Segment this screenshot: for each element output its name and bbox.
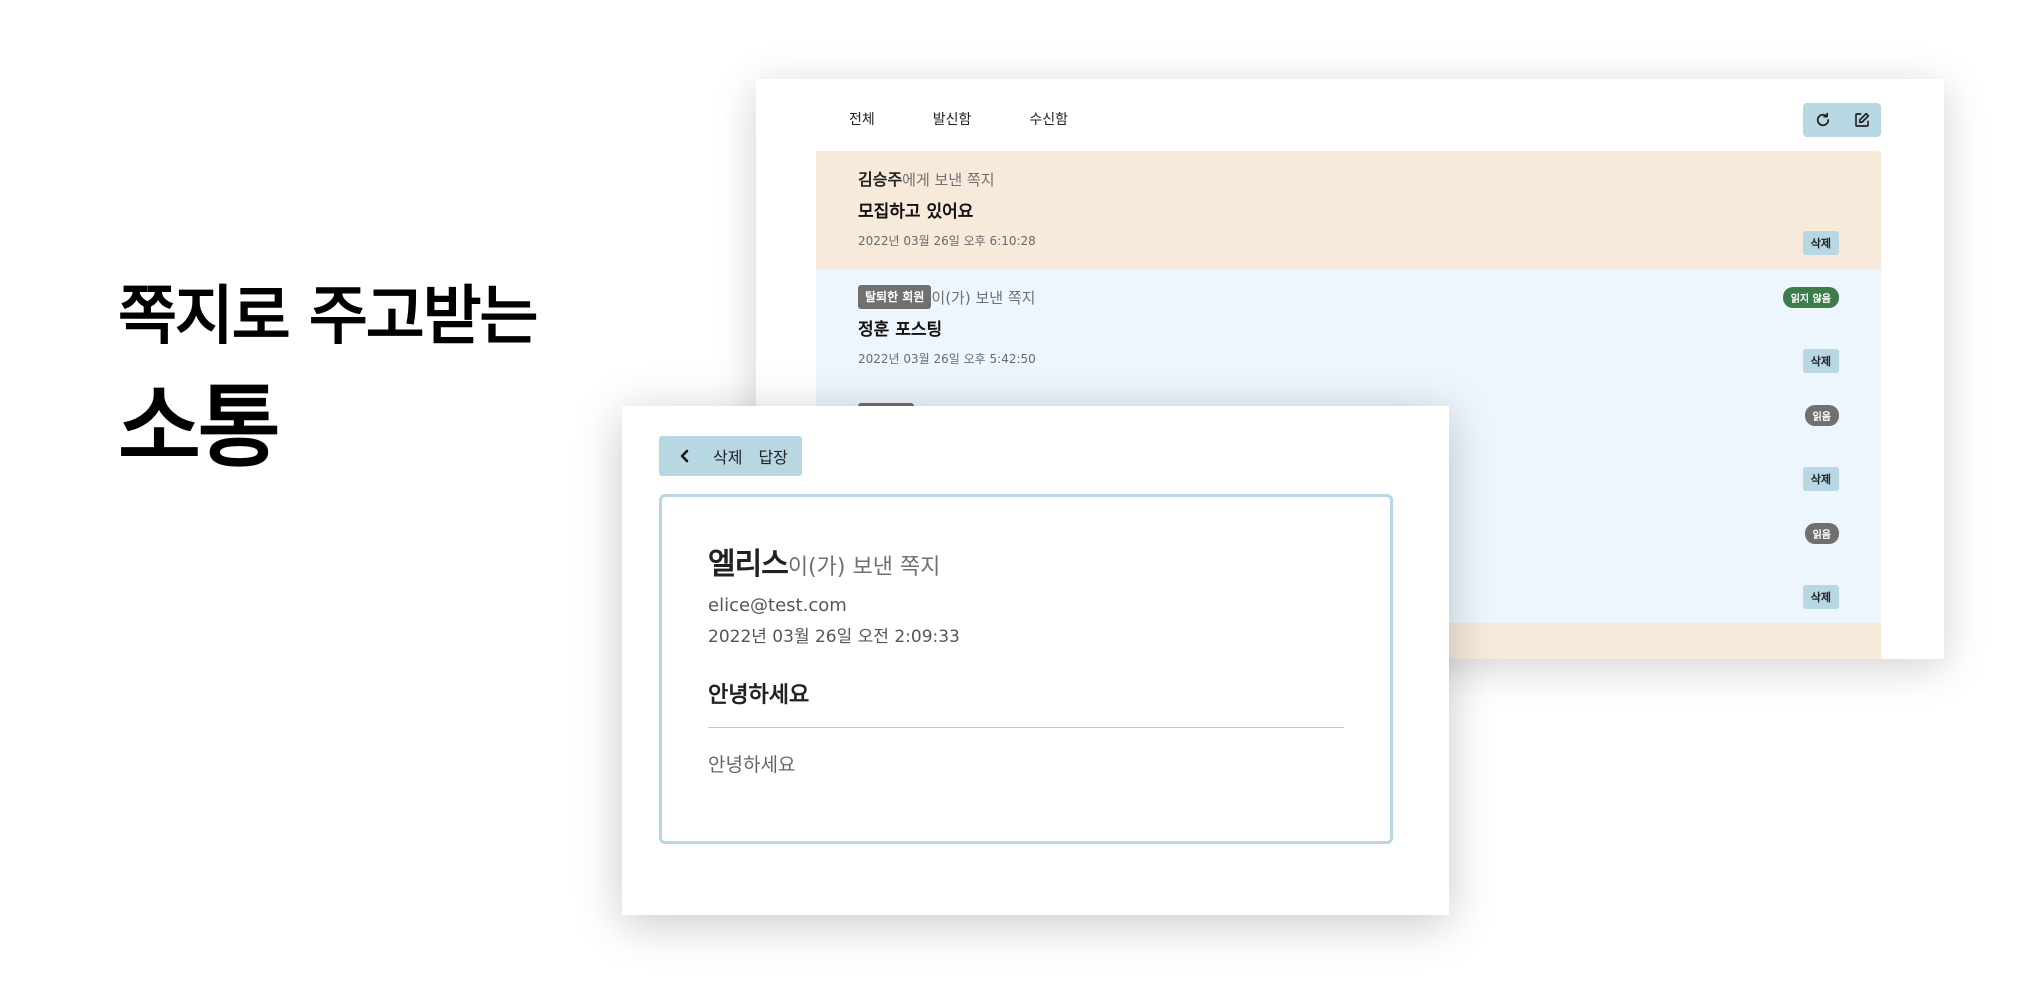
message-date: 2022년 03월 26일 오후 6:10:28 bbox=[858, 234, 1036, 248]
message-direction: 에게 보낸 쪽지 bbox=[902, 171, 995, 189]
compose-button[interactable] bbox=[1849, 107, 1875, 133]
delete-button[interactable]: 삭제 bbox=[1802, 349, 1839, 373]
delete-button[interactable]: 삭제 bbox=[713, 444, 742, 468]
status-badge: 읽지 않음 bbox=[1782, 287, 1839, 308]
message-card: 엘리스이(가) 보낸 쪽지 elice@test.com 2022년 03월 2… bbox=[659, 494, 1393, 844]
delete-button[interactable]: 삭제 bbox=[1802, 467, 1839, 491]
status-badge: 읽음 bbox=[1804, 405, 1839, 426]
reply-button[interactable]: 답장 bbox=[758, 444, 787, 468]
sender-email: elice@test.com bbox=[708, 595, 847, 616]
message-heading: 탈퇴한 회원 이(가) 보낸 쪽지 bbox=[858, 285, 1881, 311]
compose-icon bbox=[1854, 112, 1869, 127]
message-date: 2022년 03월 26일 오후 5:42:50 bbox=[858, 352, 1036, 366]
status-badge: 읽음 bbox=[1804, 523, 1839, 544]
message-sender: 엘리스 bbox=[708, 547, 789, 582]
withdrawn-member-badge: 탈퇴한 회원 bbox=[858, 285, 932, 309]
chevron-left-icon bbox=[680, 449, 689, 463]
hero-text: 쪽지로 주고받는 소통 bbox=[118, 280, 538, 480]
list-item[interactable]: 김승주에게 보낸 쪽지 모집하고 있어요 2022년 03월 26일 오후 6:… bbox=[816, 151, 1881, 269]
list-toolbar bbox=[1803, 103, 1881, 137]
tab-all[interactable]: 전체 bbox=[849, 109, 875, 129]
delete-button[interactable]: 삭제 bbox=[1802, 231, 1839, 255]
message-subject: 정훈 포스팅 bbox=[858, 320, 943, 340]
detail-toolbar: 삭제 답장 bbox=[659, 436, 802, 476]
back-button[interactable] bbox=[671, 442, 699, 470]
message-heading: 김승주에게 보낸 쪽지 bbox=[858, 167, 1881, 193]
hero-title-line2: 소통 bbox=[118, 375, 281, 480]
message-body: 안녕하세요 bbox=[708, 754, 796, 776]
message-direction: 이(가) 보낸 쪽지 bbox=[931, 289, 1036, 307]
message-detail-window: 삭제 답장 엘리스이(가) 보낸 쪽지 elice@test.com 2022년… bbox=[622, 406, 1449, 915]
refresh-button[interactable] bbox=[1810, 107, 1836, 133]
list-item[interactable]: 탈퇴한 회원 이(가) 보낸 쪽지 정훈 포스팅 2022년 03월 26일 오후… bbox=[816, 269, 1881, 387]
message-direction: 이(가) 보낸 쪽지 bbox=[787, 555, 941, 580]
message-subject: 안녕하세요 bbox=[708, 677, 1344, 728]
mailbox-tabs: 전체 발신함 수신함 bbox=[849, 109, 1126, 129]
message-heading: 엘리스이(가) 보낸 쪽지 bbox=[708, 539, 1344, 583]
message-date: 2022년 03월 26일 오전 2:09:33 bbox=[708, 627, 960, 647]
message-recipient: 김승주 bbox=[858, 170, 903, 189]
tab-received[interactable]: 수신함 bbox=[1029, 109, 1068, 129]
tab-sent[interactable]: 발신함 bbox=[933, 109, 972, 129]
message-subject: 모집하고 있어요 bbox=[858, 202, 974, 222]
delete-button[interactable]: 삭제 bbox=[1802, 585, 1839, 609]
refresh-icon bbox=[1816, 112, 1829, 127]
hero-title-line1: 쪽지로 주고받는 bbox=[118, 280, 538, 354]
